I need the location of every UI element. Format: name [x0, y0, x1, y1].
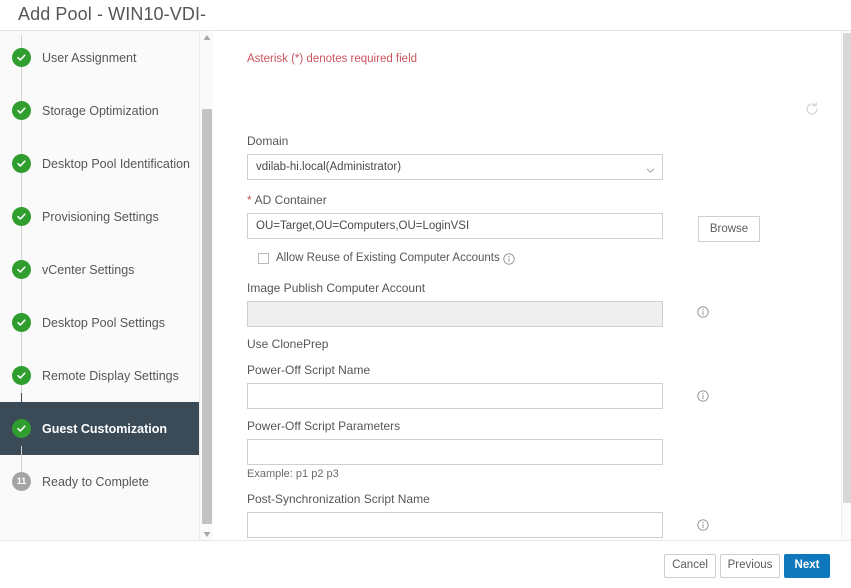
- sidebar-step-label: Ready to Complete: [42, 474, 150, 489]
- sidebar-step-label: Remote Display Settings: [42, 368, 179, 383]
- sidebar-step-provisioning-settings[interactable]: Provisioning Settings: [0, 181, 213, 252]
- post-sync-script-name-group: Post-Synchronization Script Name: [247, 492, 663, 538]
- post-sync-script-name-info-icon[interactable]: [697, 518, 709, 531]
- image-publish-field-group: Image Publish Computer Account: [247, 281, 663, 327]
- ad-container-label: * AD Container: [247, 193, 663, 207]
- sidebar-step-ready-to-complete[interactable]: 11 Ready to Complete: [0, 446, 213, 508]
- step-complete-check-icon: [12, 419, 31, 438]
- domain-select[interactable]: vdilab-hi.local(Administrator): [247, 154, 663, 180]
- domain-field-group: Domain vdilab-hi.local(Administrator): [247, 134, 663, 180]
- sidebar-scrollbar[interactable]: [199, 31, 213, 541]
- main-scroll-thumb[interactable]: [843, 33, 851, 503]
- sidebar-step-label: Desktop Pool Settings: [42, 315, 165, 330]
- browse-button[interactable]: Browse: [698, 216, 760, 242]
- use-cloneprep-heading: Use ClonePrep: [247, 337, 329, 351]
- sidebar-step-vcenter-settings[interactable]: vCenter Settings: [0, 234, 213, 305]
- required-asterisk: *: [247, 193, 252, 207]
- sidebar-step-label: Desktop Pool Identification: [42, 156, 191, 171]
- scroll-up-arrow-icon[interactable]: [200, 31, 213, 45]
- post-sync-script-name-input[interactable]: [247, 512, 663, 538]
- wizard-footer: Cancel Previous Next: [0, 540, 851, 588]
- power-off-script-name-input[interactable]: [247, 383, 663, 409]
- wizard-steps-list: User Assignment Storage Optimization Deskt…: [0, 31, 213, 508]
- refresh-icon[interactable]: [804, 101, 820, 117]
- allow-reuse-label: Allow Reuse of Existing Computer Account…: [276, 252, 500, 264]
- scroll-down-arrow-icon[interactable]: [200, 527, 213, 541]
- power-off-script-name-group: Power-Off Script Name: [247, 363, 663, 409]
- step-complete-check-icon: [12, 154, 31, 173]
- power-off-script-name-label: Power-Off Script Name: [247, 363, 371, 377]
- required-field-note: Asterisk (*) denotes required field: [247, 53, 418, 65]
- image-publish-input: [247, 301, 663, 327]
- image-publish-info-icon[interactable]: [697, 305, 709, 318]
- sidebar-step-desktop-pool-settings[interactable]: Desktop Pool Settings: [0, 287, 213, 358]
- ad-container-field-group: * AD Container: [247, 193, 663, 239]
- image-publish-label: Image Publish Computer Account: [247, 281, 426, 295]
- sidebar-step-desktop-pool-identification[interactable]: Desktop Pool Identification: [0, 128, 213, 199]
- sidebar-step-guest-customization[interactable]: Guest Customization: [0, 393, 213, 464]
- allow-reuse-info-icon[interactable]: [503, 252, 515, 265]
- step-complete-check-icon: [12, 260, 31, 279]
- domain-select-value[interactable]: vdilab-hi.local(Administrator): [247, 154, 663, 180]
- power-off-script-params-label: Power-Off Script Parameters: [247, 419, 401, 433]
- add-pool-wizard: Add Pool - WIN10-VDI- User Assignment Sto…: [0, 0, 851, 588]
- step-complete-check-icon: [12, 207, 31, 226]
- main-scrollbar[interactable]: [841, 31, 851, 541]
- sidebar-scroll-thumb[interactable]: [202, 109, 212, 524]
- wizard-body: User Assignment Storage Optimization Deskt…: [0, 30, 851, 541]
- step-number-badge: 11: [12, 472, 31, 491]
- post-sync-script-name-label: Post-Synchronization Script Name: [247, 492, 430, 506]
- sidebar-step-label: User Assignment: [42, 50, 137, 65]
- step-complete-check-icon: [12, 48, 31, 67]
- power-off-script-name-info-icon[interactable]: [697, 389, 709, 402]
- sidebar-step-label: vCenter Settings: [42, 262, 135, 277]
- sidebar-step-storage-optimization[interactable]: Storage Optimization: [0, 75, 213, 146]
- sidebar-step-user-assignment[interactable]: User Assignment: [0, 31, 213, 93]
- step-complete-check-icon: [12, 366, 31, 385]
- sidebar-step-remote-display-settings[interactable]: Remote Display Settings: [0, 340, 213, 411]
- domain-label: Domain: [247, 134, 289, 148]
- sidebar-step-label: Provisioning Settings: [42, 209, 159, 224]
- example-hint: Example: p1 p2 p3: [247, 468, 339, 480]
- wizard-steps-sidebar: User Assignment Storage Optimization Deskt…: [0, 31, 213, 541]
- guest-customization-panel: Asterisk (*) denotes required field Doma…: [224, 31, 851, 541]
- power-off-script-params-input[interactable]: [247, 439, 663, 465]
- next-button[interactable]: Next: [784, 554, 830, 578]
- sidebar-step-label: Guest Customization: [42, 421, 168, 436]
- previous-button[interactable]: Previous: [720, 554, 780, 578]
- cancel-button[interactable]: Cancel: [664, 554, 716, 578]
- allow-reuse-checkbox[interactable]: [258, 252, 269, 264]
- sidebar-step-label: Storage Optimization: [42, 103, 159, 118]
- step-complete-check-icon: [12, 101, 31, 120]
- allow-reuse-checkbox-row[interactable]: Allow Reuse of Existing Computer Account…: [258, 252, 500, 264]
- ad-container-label-text: AD Container: [254, 193, 327, 207]
- power-off-script-params-group: Power-Off Script Parameters: [247, 419, 663, 465]
- ad-container-input[interactable]: [247, 213, 663, 239]
- step-complete-check-icon: [12, 313, 31, 332]
- page-title: Add Pool - WIN10-VDI-: [18, 4, 207, 24]
